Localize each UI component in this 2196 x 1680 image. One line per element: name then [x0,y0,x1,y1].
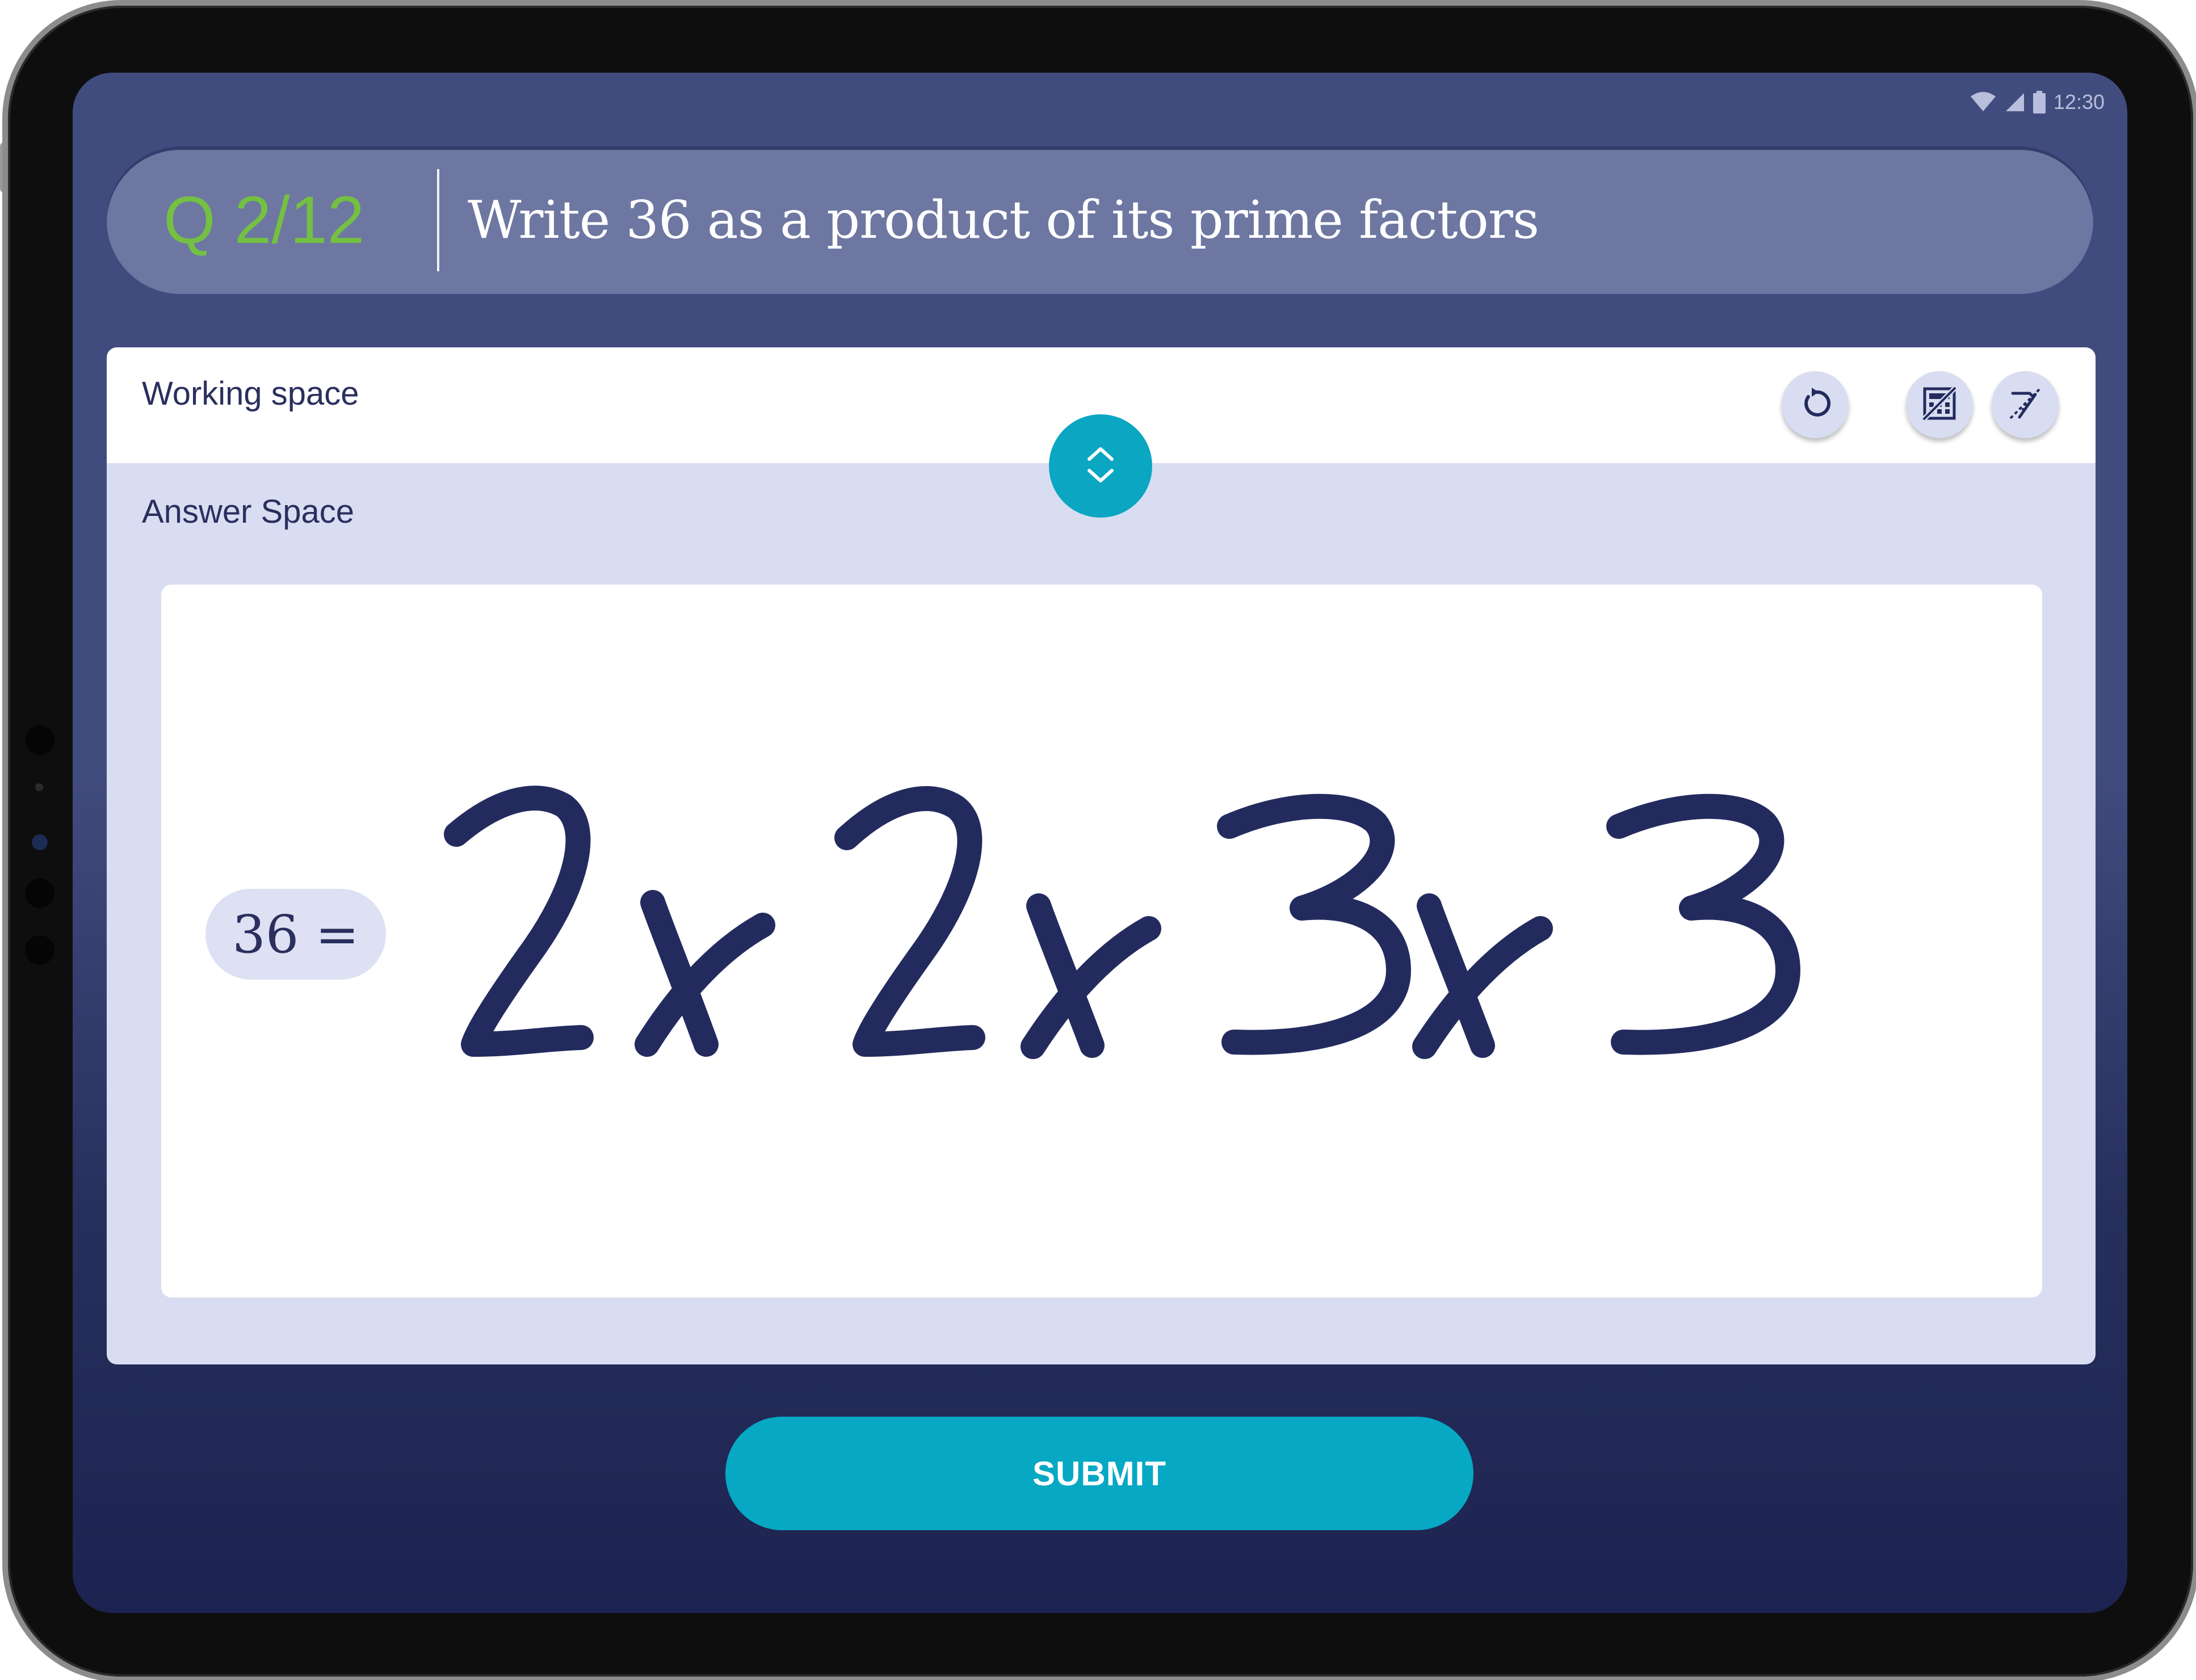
ruler-disabled-icon [2007,385,2043,425]
cell-signal-icon [2005,92,2025,112]
answer-space-label: Answer Space [142,493,354,530]
handwritten-digit-3 [1606,793,1800,1055]
tablet-stage: 12:30 Q 2/12 Write 36 as a product of it… [0,0,2196,1680]
handwritten-digit-3 [1217,793,1411,1055]
handwritten-digit-2 [834,786,985,1057]
expand-collapse-icon [1084,442,1118,490]
workspace-toggle-button[interactable] [1049,414,1152,518]
answer-canvas[interactable]: 36 = 2x2x3x3 [161,585,2042,1297]
ruler-toggle-button[interactable] [1992,371,2059,438]
submit-button[interactable]: SUBMIT [725,1417,1473,1530]
undo-icon [1797,385,1833,425]
header-divider [437,169,439,271]
undo-button[interactable] [1782,371,1849,438]
camera-dot [35,783,43,791]
status-bar: 12:30 [1970,85,2105,119]
camera-dot [25,935,54,965]
battery-icon [2033,91,2046,114]
question-header: Q 2/12 Write 36 as a product of its prim… [107,146,2093,294]
camera-dot [25,725,54,755]
app-screen: 12:30 Q 2/12 Write 36 as a product of it… [73,73,2127,1613]
working-space-label: Working space [142,375,359,412]
status-time: 12:30 [2053,90,2105,114]
question-counter: Q 2/12 [163,183,365,258]
question-text: Write 36 as a product of its prime facto… [468,190,1539,250]
handwritten-answer: 2x2x3x3 [444,786,1800,1059]
camera-dot [25,879,54,908]
camera-lens [32,834,48,850]
calculator-toggle-button[interactable] [1906,371,1973,438]
handwritten-digit-2 [444,786,594,1057]
calculator-disabled-icon [1921,385,1958,425]
wifi-icon [1970,92,1997,112]
